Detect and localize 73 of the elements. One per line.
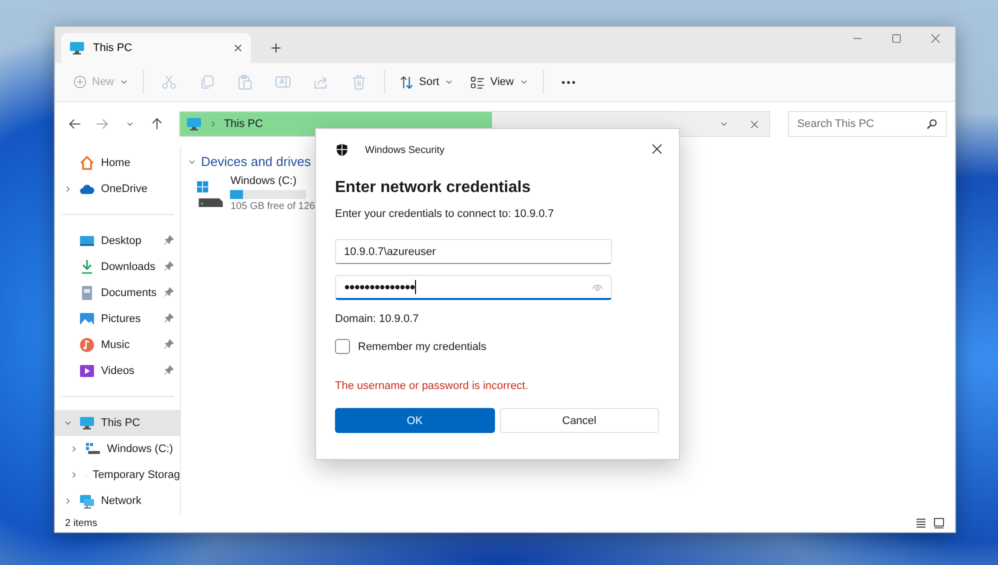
sidebar-item[interactable]: Network xyxy=(55,488,180,514)
sort-arrows-icon xyxy=(399,74,414,90)
house-icon xyxy=(79,155,95,171)
sidebar-item[interactable]: Home xyxy=(55,150,180,176)
sidebar-item[interactable]: Videos xyxy=(55,358,180,384)
clipboard-icon xyxy=(237,74,254,90)
error-message: The username or password is incorrect. xyxy=(335,380,530,392)
sort-button[interactable]: Sort xyxy=(391,67,462,97)
clear-icon xyxy=(750,120,759,128)
ok-button[interactable]: OK xyxy=(335,408,494,433)
sidebar-item[interactable]: Music xyxy=(55,332,180,358)
scissors-icon xyxy=(161,74,178,90)
cancel-button[interactable]: Cancel xyxy=(500,408,659,433)
monitor-icon xyxy=(186,116,202,132)
close-icon xyxy=(930,33,941,44)
picture-icon xyxy=(79,311,95,327)
forward-arrow-icon xyxy=(95,117,110,131)
video-icon xyxy=(79,363,95,379)
checkbox-label[interactable]: Remember my credentials xyxy=(358,340,486,352)
desktop-icon xyxy=(79,233,95,249)
sidebar-item[interactable]: Downloads xyxy=(55,254,180,280)
pin-icon xyxy=(164,260,174,270)
domain-text: Domain: 10.9.0.7 xyxy=(335,313,420,325)
monitor-icon xyxy=(69,40,85,56)
pin-icon xyxy=(164,364,174,374)
close-icon xyxy=(233,43,243,53)
monitor-icon xyxy=(79,415,95,431)
trash-icon xyxy=(351,74,368,90)
pin-icon xyxy=(164,286,174,296)
username-field[interactable]: 10.9.0.7\azureuser xyxy=(335,239,612,264)
sidebar-item[interactable]: OneDrive xyxy=(55,176,180,202)
remember-checkbox[interactable] xyxy=(335,339,350,354)
add-tab-icon xyxy=(270,42,282,54)
dialog-message: Enter your credentials to connect to: 10.9.0.7 xyxy=(335,208,555,220)
sidebar-item[interactable]: Desktop xyxy=(55,228,180,254)
drive-icon xyxy=(85,441,101,457)
item-count: 2 items xyxy=(65,518,98,528)
view-button[interactable]: View xyxy=(462,67,537,97)
password-field[interactable]: ●●●●●●●●●●●●●● xyxy=(335,275,612,300)
window-tab[interactable]: This PC xyxy=(61,33,251,63)
list-view-icon xyxy=(470,74,486,90)
maximize-icon xyxy=(891,33,902,44)
shield-icon xyxy=(335,143,349,157)
search-field[interactable]: Search This PC xyxy=(788,111,947,137)
pin-icon xyxy=(164,338,174,348)
tiles-view-icon xyxy=(933,517,945,529)
share-icon xyxy=(313,74,330,90)
pin-icon xyxy=(164,234,174,244)
plus-circle-icon xyxy=(73,75,87,89)
network-icon xyxy=(79,493,95,509)
details-view-icon xyxy=(915,517,927,529)
group-heading[interactable]: Devices and drives xyxy=(201,154,311,169)
dialog-app-name: Windows Security xyxy=(365,144,444,156)
up-arrow-icon xyxy=(150,117,164,131)
close-icon xyxy=(651,142,663,154)
sidebar-item[interactable]: Documents xyxy=(55,280,180,306)
sidebar-item[interactable]: Windows (C:) xyxy=(55,436,180,462)
breadcrumb-item[interactable]: This PC xyxy=(224,118,263,130)
search-icon xyxy=(926,118,938,130)
sidebar-item[interactable]: Temporary Storag xyxy=(55,462,180,488)
sidebar-item[interactable]: Pictures xyxy=(55,306,180,332)
more-options-icon xyxy=(562,80,576,84)
dialog-title: Enter network credentials xyxy=(335,179,532,197)
document-icon xyxy=(79,285,95,301)
back-arrow-icon xyxy=(68,117,82,131)
drive-name[interactable]: Windows (C:) xyxy=(230,175,315,187)
free-space-text: 105 GB free of 126 xyxy=(230,201,315,212)
music-icon xyxy=(79,337,95,353)
rename-icon xyxy=(275,74,292,90)
pin-icon xyxy=(164,312,174,322)
sidebar-item[interactable]: This PC xyxy=(55,410,180,436)
copy-icon xyxy=(199,74,216,90)
download-icon xyxy=(79,259,95,275)
